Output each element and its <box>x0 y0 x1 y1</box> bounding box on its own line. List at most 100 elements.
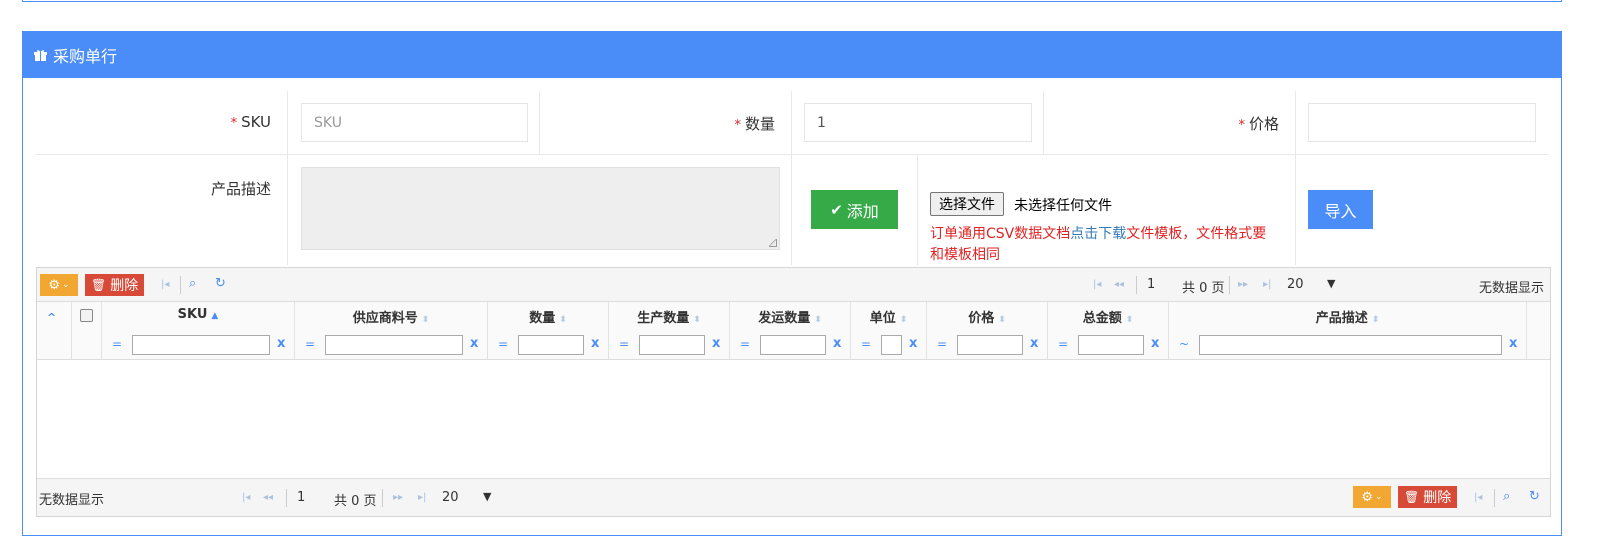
column-filter: = x <box>1048 335 1168 355</box>
refresh-icon[interactable]: ↻ <box>1529 489 1540 504</box>
filter-operator[interactable]: = <box>740 337 750 351</box>
delete-button[interactable]: 🗑 删除 <box>85 274 145 296</box>
sort-icon[interactable]: ⬍ <box>1372 315 1380 325</box>
filter-input[interactable] <box>881 335 902 355</box>
sort-icon[interactable]: ⬍ <box>422 315 430 325</box>
desc-input-cell <box>288 155 792 265</box>
filter-operator[interactable]: = <box>937 337 947 351</box>
filter-operator[interactable]: = <box>305 337 315 351</box>
resize-handle[interactable] <box>769 239 777 247</box>
filter-input[interactable] <box>760 335 826 355</box>
column-title[interactable]: 单位 ⬍ <box>851 307 926 326</box>
filter-operator[interactable]: = <box>112 337 122 351</box>
add-button-cell: ✔ 添加 <box>792 155 918 265</box>
separator <box>180 276 181 294</box>
column-filter: = x <box>295 335 487 355</box>
choose-file-button[interactable]: 选择文件 <box>930 192 1004 216</box>
search-icon[interactable]: ⌕ <box>189 276 196 291</box>
clear-filter-icon[interactable]: x <box>591 336 599 351</box>
last-page-icon[interactable]: ▸| <box>1263 279 1271 290</box>
sort-icon[interactable]: ⬍ <box>559 315 567 325</box>
first-page-icon[interactable]: |◂ <box>1474 492 1482 503</box>
filter-input[interactable] <box>325 335 463 355</box>
column-header-qty[interactable]: 数量 ⬍ = x <box>488 302 609 359</box>
filter-input[interactable] <box>1078 335 1144 355</box>
import-button[interactable]: 导入 <box>1308 190 1373 229</box>
settings-menu-button[interactable]: ⚙ ⌄ <box>1353 486 1391 508</box>
sort-icon[interactable]: ⬍ <box>693 315 701 325</box>
filter-input[interactable] <box>132 335 270 355</box>
page-size-select[interactable]: 20 <box>442 490 459 505</box>
sku-input[interactable]: SKU <box>301 103 528 142</box>
filter-operator[interactable]: = <box>1058 337 1068 351</box>
filter-input[interactable] <box>1199 335 1502 355</box>
filter-input[interactable] <box>639 335 705 355</box>
sku-label-cell: * SKU <box>36 91 288 154</box>
filter-operator[interactable]: = <box>498 337 508 351</box>
next-page-icon[interactable]: ▸▸ <box>393 492 403 503</box>
filter-operator[interactable]: = <box>861 337 871 351</box>
column-header-description[interactable]: 产品描述 ⬍ ~ x <box>1169 302 1527 359</box>
separator <box>1229 276 1230 294</box>
sort-icon[interactable]: ⬍ <box>814 315 822 325</box>
first-page-icon[interactable]: |◂ <box>242 492 250 503</box>
column-title[interactable]: SKU ▲ <box>102 307 294 322</box>
delete-button[interactable]: 🗑 删除 <box>1398 486 1458 508</box>
column-header-produced-qty[interactable]: 生产数量 ⬍ = x <box>609 302 730 359</box>
clear-filter-icon[interactable]: x <box>470 336 478 351</box>
page-size-arrow-icon[interactable]: ▼ <box>1327 277 1335 290</box>
sort-icon[interactable]: ⬍ <box>1126 315 1134 325</box>
column-title[interactable]: 数量 ⬍ <box>488 307 608 326</box>
column-title[interactable]: 总金额 ⬍ <box>1048 307 1168 326</box>
first-page-icon[interactable]: |◂ <box>161 279 169 290</box>
clear-filter-icon[interactable]: x <box>712 336 720 351</box>
add-button[interactable]: ✔ 添加 <box>811 190 898 229</box>
column-header-shipped-qty[interactable]: 发运数量 ⬍ = x <box>730 302 851 359</box>
required-mark: * <box>734 118 741 133</box>
page-number-input[interactable]: 1 <box>297 490 305 505</box>
column-title[interactable]: 价格 ⬍ <box>927 307 1047 326</box>
price-input[interactable] <box>1308 103 1536 142</box>
filter-input[interactable] <box>518 335 584 355</box>
desc-label: 产品描述 <box>210 180 271 198</box>
desc-textarea[interactable] <box>301 167 780 250</box>
filter-operator[interactable]: = <box>619 337 629 351</box>
clear-filter-icon[interactable]: x <box>1509 336 1517 351</box>
clear-filter-icon[interactable]: x <box>1030 336 1038 351</box>
filter-input[interactable] <box>957 335 1023 355</box>
page-size-arrow-icon[interactable]: ▼ <box>483 490 491 503</box>
desc-label-cell: 产品描述 <box>36 155 288 265</box>
collapse-icon[interactable]: ^ <box>47 311 56 324</box>
sort-icon[interactable]: ⬍ <box>998 315 1006 325</box>
clear-filter-icon[interactable]: x <box>833 336 841 351</box>
settings-menu-button[interactable]: ⚙ ⌄ <box>40 274 78 296</box>
select-all-checkbox[interactable] <box>80 309 93 322</box>
page-number-input[interactable]: 1 <box>1147 277 1155 292</box>
clear-filter-icon[interactable]: x <box>1151 336 1159 351</box>
qty-input[interactable]: 1 <box>804 103 1032 142</box>
column-title[interactable]: 生产数量 ⬍ <box>609 307 729 326</box>
next-page-icon[interactable]: ▸▸ <box>1238 279 1248 290</box>
clear-filter-icon[interactable]: x <box>909 336 917 351</box>
column-header-vendor-part[interactable]: 供应商料号 ⬍ = x <box>295 302 488 359</box>
last-page-icon[interactable]: ▸| <box>418 492 426 503</box>
clear-filter-icon[interactable]: x <box>277 336 285 351</box>
sort-icon[interactable]: ⬍ <box>900 315 908 325</box>
column-header-unit[interactable]: 单位 ⬍ = x <box>851 302 927 359</box>
column-title[interactable]: 产品描述 ⬍ <box>1169 307 1526 326</box>
column-header-price[interactable]: 价格 ⬍ = x <box>927 302 1048 359</box>
column-title[interactable]: 发运数量 ⬍ <box>730 307 850 326</box>
refresh-icon[interactable]: ↻ <box>215 276 226 291</box>
search-icon[interactable]: ⌕ <box>1503 489 1510 504</box>
column-title[interactable]: 供应商料号 ⬍ <box>295 307 487 326</box>
column-header-total-amount[interactable]: 总金额 ⬍ = x <box>1048 302 1169 359</box>
download-template-link[interactable]: 点击下载 <box>1070 226 1126 242</box>
column-filter: = x <box>488 335 608 355</box>
prev-page-icon[interactable]: ◂◂ <box>263 492 273 503</box>
first-page-icon[interactable]: |◂ <box>1093 279 1101 290</box>
page-size-select[interactable]: 20 <box>1287 277 1304 292</box>
column-header-sku[interactable]: SKU ▲ = x <box>102 302 295 359</box>
sort-icon[interactable]: ▲ <box>211 311 218 321</box>
filter-operator[interactable]: ~ <box>1179 337 1189 351</box>
prev-page-icon[interactable]: ◂◂ <box>1114 279 1124 290</box>
